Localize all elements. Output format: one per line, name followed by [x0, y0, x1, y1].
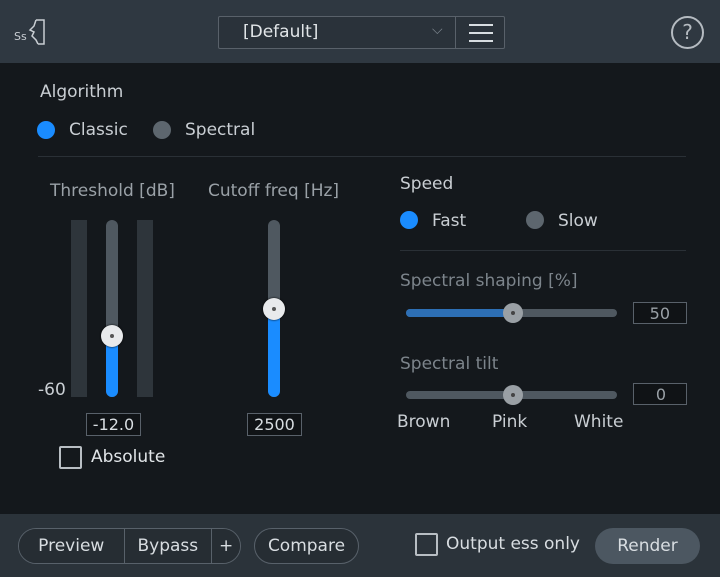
- spectral-shaping-label: Spectral shaping [%]: [400, 271, 578, 291]
- compare-button[interactable]: Compare: [254, 528, 359, 564]
- preset-menu-button[interactable]: [457, 17, 505, 48]
- radio-unselected-icon: [153, 121, 171, 139]
- divider: [38, 156, 686, 157]
- de-ess-logo-icon: Ss: [14, 19, 45, 45]
- chevron-down-icon: ⌵: [432, 22, 443, 38]
- cutoff-label: Cutoff freq [Hz]: [208, 181, 340, 201]
- checkbox-label: Absolute: [91, 447, 166, 467]
- radio-selected-icon: [400, 211, 418, 229]
- render-button[interactable]: Render: [595, 528, 700, 564]
- input-level-meter: [71, 220, 87, 397]
- preview-button-group: Preview Bypass +: [18, 528, 241, 564]
- bypass-button[interactable]: Bypass: [124, 529, 213, 563]
- checkbox-label: Output ess only: [446, 534, 580, 554]
- absolute-checkbox[interactable]: Absolute: [59, 446, 179, 469]
- radio-label: Fast: [432, 211, 467, 231]
- add-compare-button[interactable]: +: [212, 529, 240, 563]
- help-button[interactable]: ?: [671, 16, 704, 49]
- spectral-shaping-slider[interactable]: [406, 303, 617, 323]
- slider-fill: [406, 309, 513, 317]
- radio-selected-icon: [37, 121, 55, 139]
- spectral-tilt-label: Spectral tilt: [400, 354, 499, 374]
- speed-slow-radio[interactable]: Slow: [526, 211, 626, 231]
- radio-label: Slow: [558, 211, 598, 231]
- slider-fill: [268, 309, 280, 397]
- output-level-meter: [137, 220, 153, 397]
- tilt-tick-pink: Pink: [492, 412, 528, 432]
- divider: [400, 250, 686, 251]
- hamburger-icon: [469, 24, 493, 42]
- algorithm-spectral-radio[interactable]: Spectral: [153, 120, 263, 140]
- threshold-value-field[interactable]: -12.0: [86, 413, 141, 436]
- spectral-shaping-value[interactable]: 50: [633, 302, 687, 324]
- slider-thumb[interactable]: [503, 385, 523, 405]
- algorithm-classic-radio[interactable]: Classic: [37, 120, 147, 140]
- radio-unselected-icon: [526, 211, 544, 229]
- spectral-tilt-value[interactable]: 0: [633, 383, 687, 405]
- speed-fast-radio[interactable]: Fast: [400, 211, 500, 231]
- speed-label: Speed: [400, 174, 454, 194]
- tilt-tick-brown: Brown: [397, 412, 451, 432]
- threshold-label: Threshold [dB]: [50, 181, 175, 201]
- radio-label: Spectral: [185, 120, 256, 140]
- slider-thumb[interactable]: [503, 303, 523, 323]
- footer-bar: Preview Bypass + Compare Output ess only…: [0, 514, 720, 577]
- slider-thumb[interactable]: [263, 298, 285, 320]
- algorithm-label: Algorithm: [40, 82, 124, 102]
- tilt-tick-white: White: [574, 412, 624, 432]
- radio-label: Classic: [69, 120, 128, 140]
- threshold-slider[interactable]: [101, 220, 123, 397]
- preset-value: [Default]: [243, 22, 319, 42]
- preview-button[interactable]: Preview: [19, 529, 125, 563]
- svg-text:Ss: Ss: [14, 30, 27, 43]
- checkbox-box: [59, 446, 82, 469]
- cutoff-slider[interactable]: [263, 220, 285, 397]
- header-bar: Ss [Default] ⌵ ?: [0, 0, 720, 63]
- cutoff-value-field[interactable]: 2500: [247, 413, 302, 436]
- preset-dropdown[interactable]: [Default] ⌵: [218, 16, 505, 49]
- output-ess-only-checkbox[interactable]: Output ess only: [415, 533, 590, 557]
- threshold-scale-min: -60: [38, 380, 66, 400]
- question-icon: ?: [682, 20, 693, 44]
- spectral-tilt-slider[interactable]: [406, 385, 617, 405]
- divider: [455, 17, 456, 48]
- checkbox-box: [415, 533, 438, 556]
- slider-thumb[interactable]: [101, 325, 123, 347]
